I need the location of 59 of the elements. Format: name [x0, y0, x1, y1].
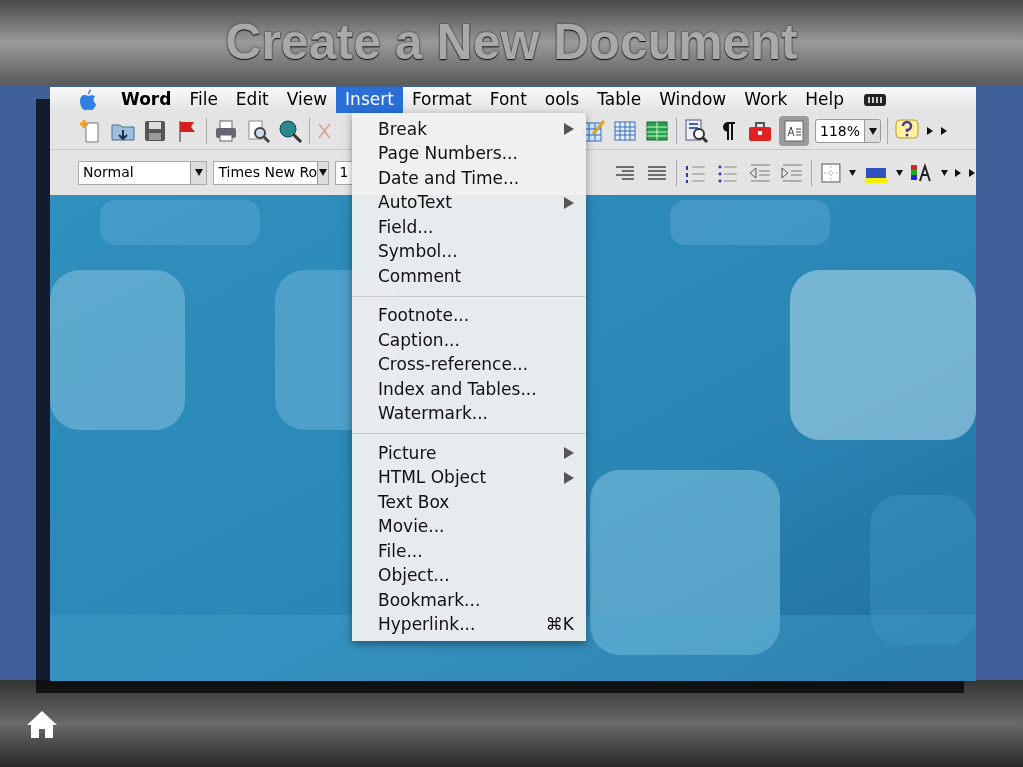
- menu-item[interactable]: Movie...: [352, 514, 586, 539]
- formatting-palette-button[interactable]: [779, 116, 809, 146]
- apple-icon[interactable]: [78, 89, 98, 111]
- font-dropdown[interactable]: Times New Ro: [213, 160, 330, 185]
- menu-item[interactable]: Field...: [352, 215, 586, 240]
- columns-icon[interactable]: [644, 118, 670, 144]
- menu-title[interactable]: Work: [735, 87, 797, 113]
- zoom-field[interactable]: 118%: [815, 119, 882, 143]
- more-icon[interactable]: [954, 167, 962, 178]
- menu-title[interactable]: Table: [588, 87, 651, 113]
- text-box-icon: [784, 120, 804, 142]
- menu-title[interactable]: Window: [650, 87, 736, 113]
- save-icon[interactable]: [142, 118, 168, 144]
- menu-item[interactable]: Comment: [352, 264, 586, 289]
- dropdown-arrow-icon: [319, 169, 328, 176]
- dropdown-arrow-icon: [194, 169, 203, 176]
- battery-icon: [863, 93, 888, 107]
- submenu-arrow-icon: [564, 471, 574, 484]
- more-icon[interactable]: [968, 167, 976, 178]
- print-preview-icon[interactable]: [245, 118, 271, 144]
- dropdown-arrow-icon[interactable]: [849, 169, 857, 176]
- menu-item[interactable]: Cross-reference...: [352, 352, 586, 377]
- menu-item[interactable]: Watermark...: [352, 401, 586, 426]
- menu-item[interactable]: AutoText: [352, 190, 586, 215]
- menu-title[interactable]: ools: [535, 87, 589, 113]
- menu-title[interactable]: Font: [480, 87, 536, 113]
- menu-item[interactable]: Index and Tables...: [352, 377, 586, 402]
- dropdown-arrow-icon[interactable]: [941, 169, 949, 176]
- menu-item[interactable]: Symbol...: [352, 239, 586, 264]
- menu-item[interactable]: Text Box: [352, 490, 586, 515]
- menu-title[interactable]: Insert: [336, 87, 403, 113]
- menu-title[interactable]: View: [277, 87, 337, 113]
- menu-item[interactable]: Caption...: [352, 328, 586, 353]
- menu-title[interactable]: Edit: [226, 87, 278, 113]
- menu-item[interactable]: Object...: [352, 563, 586, 588]
- style-dropdown[interactable]: Normal: [78, 160, 208, 185]
- submenu-arrow-icon: [564, 123, 574, 136]
- submenu-arrow-icon: [564, 196, 574, 209]
- document-map-icon[interactable]: [683, 118, 709, 144]
- menu-item[interactable]: Hyperlink... ⌘K: [352, 612, 586, 637]
- dropdown-arrow-icon: [868, 127, 877, 135]
- menu-item[interactable]: Bookmark...: [352, 588, 586, 613]
- shortcut: ⌘K: [545, 613, 574, 636]
- table-icon[interactable]: [612, 118, 638, 144]
- menu-item[interactable]: Picture: [352, 441, 586, 466]
- slide-title: Create a New Document: [225, 13, 798, 72]
- menu-title[interactable]: Format: [402, 87, 481, 113]
- zoom-value: 118%: [820, 121, 861, 141]
- menu-item[interactable]: HTML Object: [352, 465, 586, 490]
- home-icon[interactable]: [26, 708, 58, 739]
- menu-title[interactable]: Word: [112, 87, 181, 113]
- menu-item[interactable]: File...: [352, 539, 586, 564]
- menu-item[interactable]: Break: [352, 117, 586, 142]
- print-icon[interactable]: [213, 118, 239, 144]
- menu-title[interactable]: File: [180, 87, 227, 113]
- menu-title[interactable]: Help: [796, 87, 854, 113]
- menu-item[interactable]: Footnote...: [352, 303, 586, 328]
- dropdown-arrow-icon[interactable]: [896, 169, 904, 176]
- submenu-arrow-icon: [564, 447, 574, 460]
